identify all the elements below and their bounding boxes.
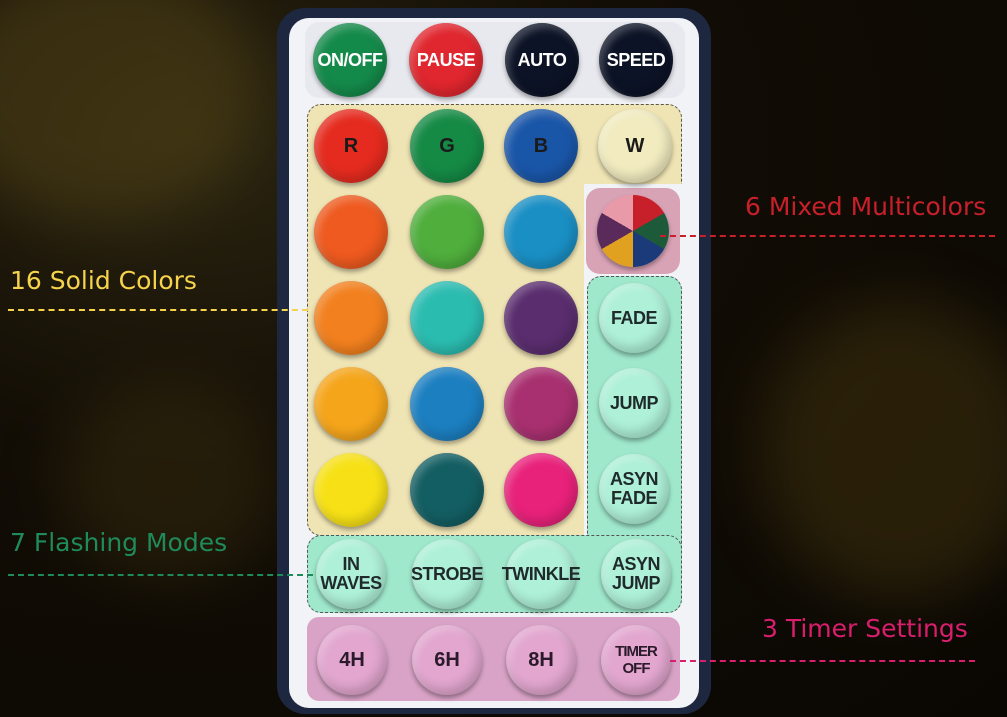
timer-4h-button[interactable]: 4H	[317, 625, 387, 695]
twinkle-button[interactable]: TWINKLE	[502, 539, 581, 609]
fade-button[interactable]: FADE	[599, 283, 669, 353]
asyn-fade-button[interactable]: ASYN FADE	[599, 454, 669, 524]
asyn-jump-label: ASYN JUMP	[611, 554, 661, 593]
background-glow	[760, 300, 1007, 600]
timer-6h-label: 6H	[434, 648, 460, 671]
white-button[interactable]: W	[598, 109, 672, 183]
timer-settings-leader	[670, 660, 975, 662]
timer-4h-label: 4H	[339, 648, 365, 671]
blue-label: B	[533, 134, 549, 157]
jump-button[interactable]: JUMP	[599, 368, 669, 438]
solid-colors-leader	[8, 309, 308, 311]
background-glow	[0, 0, 260, 220]
green-label: G	[439, 134, 455, 157]
on-off-button[interactable]: ON/OFF	[313, 23, 387, 97]
jump-label: JUMP	[609, 392, 659, 413]
in-waves-button[interactable]: IN WAVES	[316, 539, 386, 609]
multicolors-leader	[660, 235, 995, 237]
solid-color-button[interactable]	[504, 281, 578, 355]
auto-label: AUTO	[517, 49, 567, 70]
auto-button[interactable]: AUTO	[505, 23, 579, 97]
color-wheel-icon[interactable]	[597, 195, 669, 267]
flashing-modes-callout: 7 Flashing Modes	[10, 528, 228, 557]
solid-color-button[interactable]	[314, 367, 388, 441]
solid-color-button[interactable]	[410, 195, 484, 269]
solid-color-button[interactable]	[314, 281, 388, 355]
solid-color-button[interactable]	[314, 195, 388, 269]
flashing-modes-leader	[8, 574, 313, 576]
twinkle-label: TWINKLE	[501, 563, 581, 584]
multicolors-callout: 6 Mixed Multicolors	[745, 192, 987, 221]
timer-8h-label: 8H	[528, 648, 554, 671]
timer-6h-button[interactable]: 6H	[412, 625, 482, 695]
pause-button[interactable]: PAUSE	[409, 23, 483, 97]
solid-color-button[interactable]	[314, 453, 388, 527]
solid-color-button[interactable]	[410, 453, 484, 527]
green-button[interactable]: G	[410, 109, 484, 183]
strobe-label: STROBE	[411, 563, 484, 584]
red-button[interactable]: R	[314, 109, 388, 183]
timer-8h-button[interactable]: 8H	[506, 625, 576, 695]
asyn-jump-button[interactable]: ASYN JUMP	[601, 539, 671, 609]
fade-label: FADE	[610, 307, 658, 328]
speed-button[interactable]: SPEED	[599, 23, 673, 97]
in-waves-label: IN WAVES	[320, 554, 382, 593]
blue-button[interactable]: B	[504, 109, 578, 183]
solid-color-button[interactable]	[504, 195, 578, 269]
solid-color-button[interactable]	[410, 367, 484, 441]
timer-off-label: TIMER OFF	[615, 643, 658, 677]
white-label: W	[625, 134, 645, 157]
solid-color-button[interactable]	[504, 367, 578, 441]
speed-label: SPEED	[606, 49, 666, 70]
strobe-button[interactable]: STROBE	[411, 539, 484, 609]
timer-off-button[interactable]: TIMER OFF	[601, 625, 671, 695]
pause-label: PAUSE	[416, 49, 476, 70]
solid-colors-callout: 16 Solid Colors	[10, 266, 197, 295]
timer-settings-callout: 3 Timer Settings	[762, 614, 968, 643]
red-label: R	[343, 134, 359, 157]
asyn-fade-label: ASYN FADE	[609, 469, 659, 508]
solid-color-button[interactable]	[504, 453, 578, 527]
solid-color-button[interactable]	[410, 281, 484, 355]
on-off-label: ON/OFF	[317, 49, 384, 70]
